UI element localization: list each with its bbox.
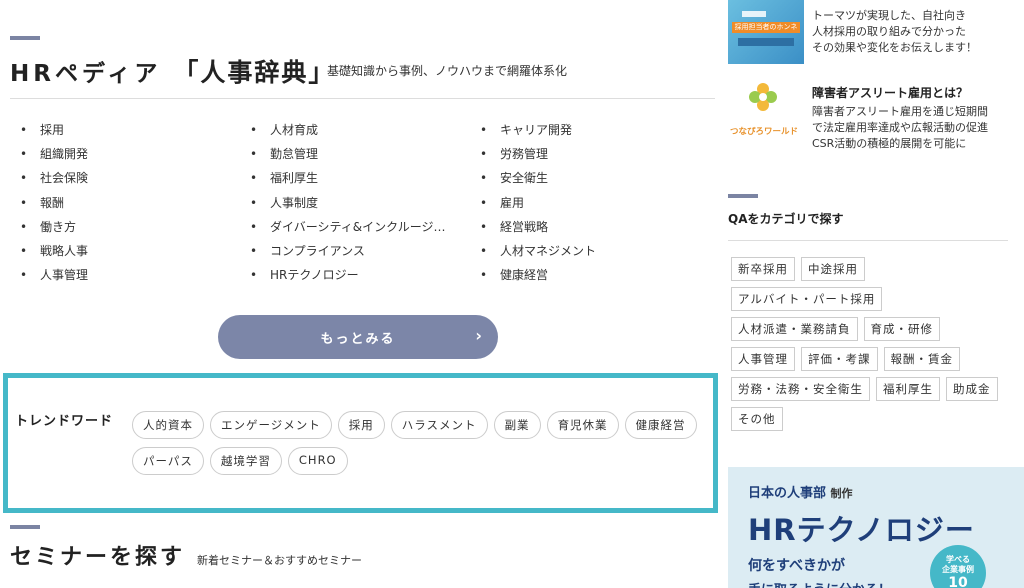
term-link[interactable]: 健康経営	[480, 263, 596, 287]
qa-category-tag[interactable]: 福利厚生	[876, 377, 940, 401]
term-link[interactable]: 社会保険	[20, 166, 88, 190]
term-link[interactable]: 人材マネジメント	[480, 239, 596, 263]
qa-category-list: 新卒採用 中途採用 アルバイト・パート採用 人材派遣・業務請負 育成・研修 人事…	[731, 257, 1001, 431]
trend-word-label: トレンドワード	[15, 414, 114, 429]
term-link[interactable]: 組織開発	[20, 142, 88, 166]
section-accent-bar	[10, 525, 40, 529]
qa-category-tag[interactable]: 報酬・賃金	[883, 347, 960, 371]
term-link[interactable]: 人材育成	[250, 118, 446, 142]
thumbnail-decoration	[738, 38, 794, 46]
seminar-title: セミナーを探す	[10, 545, 186, 570]
term-link[interactable]: 経営戦略	[480, 215, 596, 239]
term-link[interactable]: 雇用	[480, 191, 596, 215]
term-column-3: キャリア開発 労務管理 安全衛生 雇用 経営戦略 人材マネジメント 健康経営	[480, 118, 596, 287]
flower-logo-icon	[749, 83, 777, 111]
banner-tagline: 手に取るように分かる！	[748, 579, 891, 588]
term-link[interactable]: 人事制度	[250, 191, 446, 215]
term-link[interactable]: HRテクノロジー	[250, 263, 446, 287]
term-link[interactable]: 勤怠管理	[250, 142, 446, 166]
thumbnail-decoration	[742, 11, 766, 17]
qa-category-tag[interactable]: 中途採用	[801, 257, 865, 281]
article-heading[interactable]: 障害者アスリート雇用とは？	[812, 84, 968, 101]
section-accent-bar	[728, 194, 758, 198]
banner-brand: 日本の人事部 制作	[748, 486, 853, 501]
hr-pedia-title-prefix: HRペディア	[10, 61, 162, 87]
trend-word-box: トレンドワード 人的資本 エンゲージメント 採用 ハラスメント 副業 育児休業 …	[3, 373, 718, 513]
more-button[interactable]: もっとみる ›	[218, 315, 498, 359]
term-link[interactable]: 人事管理	[20, 263, 88, 287]
term-link[interactable]: キャリア開発	[480, 118, 596, 142]
qa-divider	[728, 240, 1008, 241]
term-link[interactable]: 安全衛生	[480, 166, 596, 190]
term-link[interactable]: ダイバーシティ&インクルージ…	[250, 215, 446, 239]
qa-category-tag[interactable]: 新卒採用	[731, 257, 795, 281]
trend-word-chip[interactable]: 採用	[337, 411, 385, 439]
trend-word-chip[interactable]: 人的資本	[132, 411, 204, 439]
more-button-label: もっとみる	[320, 331, 396, 347]
qa-category-tag[interactable]: 人材派遣・業務請負	[731, 317, 858, 341]
trend-word-chip[interactable]: エンゲージメント	[210, 411, 332, 439]
hr-pedia-title: HRペディア 「人事辞典」	[10, 53, 335, 89]
qa-category-tag[interactable]: 人事管理	[731, 347, 795, 371]
logo-text: つなぴろワールド	[730, 127, 799, 137]
term-link[interactable]: コンプライアンス	[250, 239, 446, 263]
hr-technology-banner[interactable]: 日本の人事部 制作 HRテクノロジー 何をすべきかが 手に取るように分かる！ 学…	[728, 467, 1024, 588]
article-summary[interactable]: トーマツが実現した、自社向き 人材採用の取り組みで分かった その効果や変化をお伝…	[812, 8, 977, 56]
qa-category-tag[interactable]: 評価・考課	[801, 347, 878, 371]
hr-pedia-subtitle: 基礎知識から事例、ノウハウまで網羅体系化	[327, 64, 568, 78]
section-accent-bar	[10, 36, 40, 40]
banner-headline: HRテクノロジー	[748, 513, 975, 547]
trend-word-chip[interactable]: CHRO	[287, 447, 348, 475]
article-thumbnail[interactable]: 採用担当者のホンネ	[728, 0, 804, 64]
qa-category-tag[interactable]: 助成金	[946, 377, 998, 401]
hr-pedia-divider	[10, 98, 715, 99]
tsunahiro-world-logo[interactable]: つなぴろワールド	[728, 82, 804, 144]
seminar-subtitle: 新着セミナー＆おすすめセミナー	[197, 554, 362, 567]
qa-category-tag[interactable]: 育成・研修	[863, 317, 940, 341]
trend-word-chip[interactable]: パーパス	[132, 447, 204, 475]
trend-word-chip[interactable]: 越境学習	[209, 447, 282, 475]
trend-word-list: 人的資本 エンゲージメント 採用 ハラスメント 副業 育児休業 健康経営 パーパ…	[132, 411, 712, 475]
banner-badge: 学べる 企業事例 10	[930, 545, 986, 588]
term-column-1: 採用 組織開発 社会保険 報酬 働き方 戦略人事 人事管理	[20, 118, 88, 287]
term-link[interactable]: 福利厚生	[250, 166, 446, 190]
qa-category-tag[interactable]: アルバイト・パート採用	[731, 287, 883, 311]
banner-tagline: 何をすべきかが	[748, 558, 846, 574]
chevron-right-icon: ›	[475, 326, 484, 345]
article-summary[interactable]: 障害者アスリート雇用を通じ短期間 で法定雇用率達成や広報活動の促進 CSR活動の…	[812, 104, 988, 152]
trend-word-chip[interactable]: 健康経営	[624, 411, 697, 439]
trend-word-chip[interactable]: 育児休業	[546, 411, 619, 439]
term-link[interactable]: 働き方	[20, 215, 88, 239]
qa-category-tag[interactable]: 労務・法務・安全衛生	[731, 377, 870, 401]
qa-category-tag[interactable]: その他	[731, 407, 783, 431]
term-link[interactable]: 労務管理	[480, 142, 596, 166]
term-link[interactable]: 報酬	[20, 191, 88, 215]
qa-category-title: QAをカテゴリで探す	[728, 212, 844, 226]
term-column-2: 人材育成 勤怠管理 福利厚生 人事制度 ダイバーシティ&インクルージ… コンプラ…	[250, 118, 446, 287]
trend-word-chip[interactable]: ハラスメント	[390, 411, 488, 439]
term-link[interactable]: 戦略人事	[20, 239, 88, 263]
hr-pedia-title-main: 「人事辞典」	[173, 58, 336, 87]
trend-word-chip[interactable]: 副業	[493, 411, 541, 439]
term-link[interactable]: 採用	[20, 118, 88, 142]
thumbnail-caption: 採用担当者のホンネ	[732, 22, 800, 33]
